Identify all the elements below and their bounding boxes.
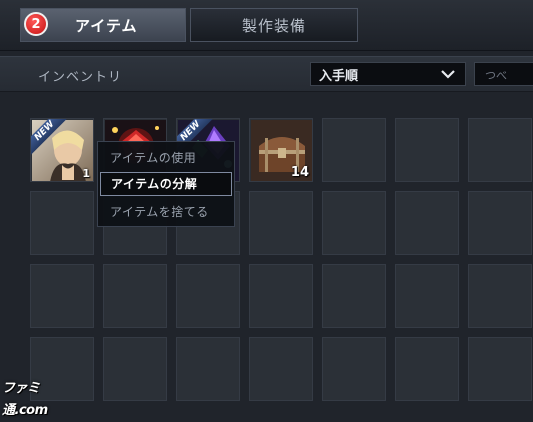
inventory-slot[interactable] xyxy=(395,191,459,255)
menu-item-discard[interactable]: アイテムを捨てる xyxy=(100,200,232,224)
inventory-slot[interactable] xyxy=(468,264,532,328)
sort-dropdown[interactable]: 入手順 xyxy=(310,62,466,86)
tab-craft-equipment[interactable]: 製作装備 xyxy=(190,8,358,42)
inventory-slot[interactable] xyxy=(176,264,240,328)
inventory-slot[interactable] xyxy=(103,337,167,401)
item-count: 1 xyxy=(82,167,90,180)
inventory-slot[interactable] xyxy=(30,191,94,255)
inventory-slot[interactable] xyxy=(468,118,532,182)
chevron-down-icon xyxy=(441,70,455,79)
inventory-slot[interactable] xyxy=(30,264,94,328)
site-watermark: ファミ通.com xyxy=(0,378,82,418)
inventory-slot[interactable] xyxy=(395,337,459,401)
inventory-slot[interactable] xyxy=(395,118,459,182)
item-count: 14 xyxy=(290,165,309,180)
inventory-slot[interactable]: NEW 1 xyxy=(30,118,94,182)
inventory-slot[interactable] xyxy=(395,264,459,328)
filter-dropdown[interactable]: つべ xyxy=(474,62,533,86)
inventory-title: インベントリ xyxy=(38,70,123,85)
inventory-slot[interactable] xyxy=(249,337,313,401)
inventory-slot[interactable] xyxy=(322,264,386,328)
tab-craft-label: 製作装備 xyxy=(241,16,306,35)
inventory-header: インベントリ 入手順 つべ xyxy=(0,56,533,92)
filter-value: つべ xyxy=(485,69,507,82)
tab-bar: アイテム 2 製作装備 xyxy=(0,0,533,51)
tab-items-label: アイテム xyxy=(75,16,138,35)
notification-badge: 2 xyxy=(24,12,48,36)
inventory-slot[interactable] xyxy=(322,337,386,401)
menu-item-use[interactable]: アイテムの使用 xyxy=(100,146,232,170)
inventory-slot[interactable] xyxy=(468,191,532,255)
inventory-slot[interactable]: 14 xyxy=(249,118,313,182)
sort-value: 入手順 xyxy=(319,68,359,84)
inventory-slot[interactable] xyxy=(322,191,386,255)
inventory-slot[interactable] xyxy=(103,264,167,328)
inventory-slot[interactable] xyxy=(249,191,313,255)
item-context-menu: アイテムの使用 アイテムの分解 アイテムを捨てる xyxy=(97,141,235,227)
inventory-slot[interactable] xyxy=(468,337,532,401)
menu-item-disassemble[interactable]: アイテムの分解 xyxy=(100,172,232,196)
inventory-slot[interactable] xyxy=(322,118,386,182)
inventory-slot[interactable] xyxy=(176,337,240,401)
inventory-slot[interactable] xyxy=(249,264,313,328)
